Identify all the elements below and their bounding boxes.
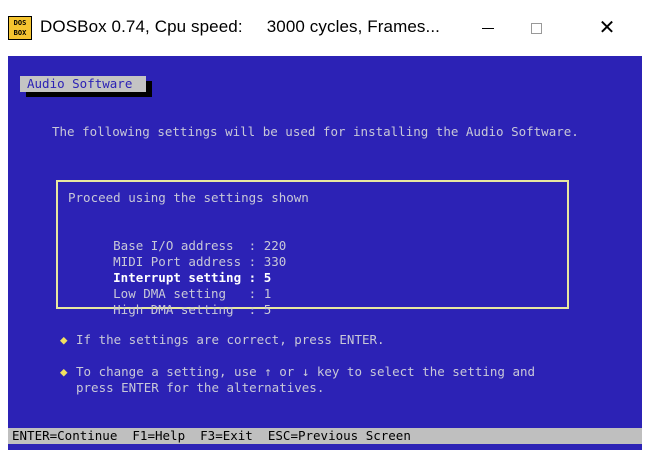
- section-tag: Audio Software: [20, 76, 146, 92]
- maximize-icon: [530, 22, 542, 34]
- minimize-button[interactable]: [465, 0, 511, 56]
- diamond-bullet-icon: ◆: [60, 332, 68, 347]
- dos-screen[interactable]: Audio Software The following settings wi…: [8, 56, 642, 450]
- maximize-button[interactable]: [513, 0, 559, 56]
- intro-text: The following settings will be used for …: [52, 124, 579, 139]
- window-title: DOSBox 0.74, Cpu speed: 3000 cycles, Fra…: [40, 17, 440, 36]
- setting-label: High DMA setting :: [113, 302, 257, 317]
- key-help-bar: ENTER=Continue F1=Help F3=Exit ESC=Previ…: [8, 428, 642, 444]
- setting-row-high-dma[interactable]: High DMA setting : 5: [68, 286, 271, 334]
- settings-box: Proceed using the settings shown Base I/…: [56, 180, 569, 317]
- setting-value: 5: [263, 302, 272, 317]
- window-titlebar[interactable]: DOS BOX DOSBox 0.74, Cpu speed: 3000 cyc…: [0, 0, 650, 56]
- settings-box-title: Proceed using the settings shown: [68, 190, 309, 205]
- minimize-icon: [482, 27, 494, 29]
- close-button[interactable]: ✕: [584, 0, 630, 56]
- instruction-change-line-2: press ENTER for the alternatives.: [76, 380, 325, 395]
- dosbox-app-icon[interactable]: DOS BOX: [8, 16, 32, 40]
- instruction-confirm: If the settings are correct, press ENTER…: [76, 332, 385, 347]
- diamond-bullet-icon: ◆: [60, 364, 68, 379]
- instruction-change-line-1: To change a setting, use ↑ or ↓ key to s…: [76, 364, 536, 379]
- close-icon: ✕: [598, 17, 616, 39]
